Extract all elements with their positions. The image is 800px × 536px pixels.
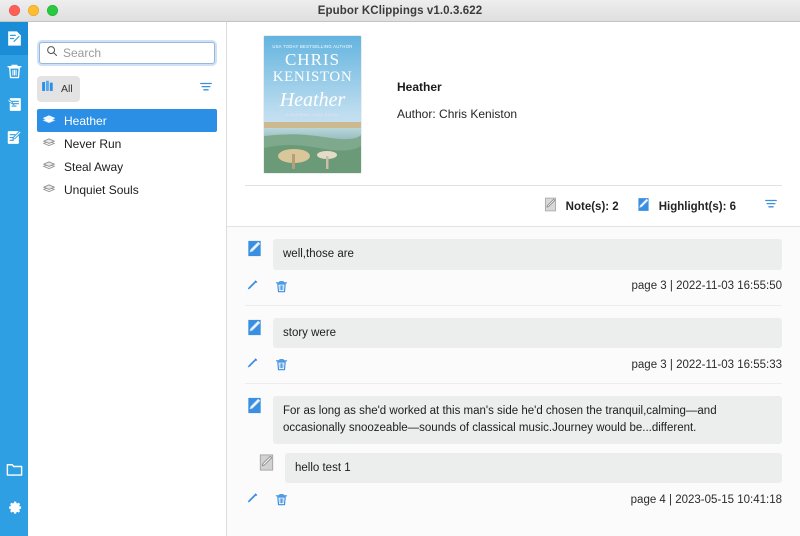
clipping-note-line: hello test 1 — [245, 453, 782, 484]
svg-text:Heather: Heather — [278, 89, 345, 111]
book-title-heading: Heather — [397, 80, 517, 94]
app-body: All Heather — [0, 22, 800, 536]
clipping-actions: page 4 | 2023-05-15 10:41:18 — [245, 483, 782, 518]
book-cover-image: USA TODAY BESTSELLING AUTHOR CHRIS KENIS… — [264, 36, 361, 173]
highlight-blue-icon — [245, 396, 264, 420]
clipping-text: story were — [273, 318, 782, 349]
rail-item-trash[interactable] — [0, 55, 28, 88]
book-cover-column: USA TODAY BESTSELLING AUTHOR CHRIS KENIS… — [227, 36, 397, 173]
highlight-blue-icon — [635, 196, 652, 218]
rail-bottom-group — [0, 450, 28, 536]
edit-clipping-button[interactable] — [245, 492, 260, 507]
clipping-highlight-line: story were — [245, 318, 782, 349]
book-stack-icon — [42, 112, 56, 129]
clipping-highlight-line: well,those are — [245, 239, 782, 270]
clippings-filter-icon[interactable] — [760, 195, 782, 218]
gear-icon — [5, 498, 24, 517]
edit-clipping-button[interactable] — [245, 279, 260, 294]
clipping-row: For as long as she'd worked at this man'… — [245, 384, 782, 518]
notes-count-label: Note(s): 2 — [566, 201, 619, 213]
folder-icon — [5, 460, 24, 479]
clipping-meta: page 3 | 2022-11-03 16:55:33 — [632, 359, 782, 371]
book-list-item[interactable]: Unquiet Souls — [37, 178, 217, 201]
library-pane: All Heather — [28, 22, 227, 536]
clipping-text: For as long as she'd worked at this man'… — [273, 396, 782, 443]
book-title: Heather — [64, 114, 107, 128]
book-stack-icon — [42, 158, 56, 175]
all-books-label: All — [61, 83, 73, 95]
rail-item-edit-doc[interactable] — [0, 121, 28, 154]
search-wrapper — [37, 40, 217, 66]
book-author-line: Author: Chris Keniston — [397, 107, 517, 121]
search-input[interactable] — [63, 46, 208, 60]
notes-stat: Note(s): 2 — [542, 196, 619, 218]
clipping-stats-bar: Note(s): 2 Highlight(s): 6 — [245, 185, 782, 226]
search-focus-ring — [37, 40, 217, 66]
book-meta: Heather Author: Chris Keniston — [397, 36, 517, 173]
title-bar: Epubor KClippings v1.0.3.622 — [0, 0, 800, 22]
search-icon — [46, 44, 58, 62]
clipping-meta: page 4 | 2023-05-15 10:41:18 — [631, 494, 782, 506]
library-filter-row: All — [37, 78, 217, 100]
highlights-count-label: Highlight(s): 6 — [659, 201, 736, 213]
search-box[interactable] — [39, 42, 215, 64]
clipping-actions: page 3 | 2022-11-03 16:55:33 — [245, 348, 782, 383]
app-window: Epubor KClippings v1.0.3.622 — [0, 0, 800, 536]
delete-clipping-button[interactable] — [274, 279, 289, 294]
book-stack-icon — [42, 135, 56, 152]
book-stack-icon — [42, 181, 56, 198]
clipping-row: story were — [245, 306, 782, 385]
delete-clipping-button[interactable] — [274, 357, 289, 372]
note-grey-icon — [542, 196, 559, 218]
book-title: Steal Away — [64, 160, 123, 174]
clipping-note-text: hello test 1 — [285, 453, 782, 484]
note-grey-icon — [257, 453, 276, 477]
clipping-row: well,those are — [245, 227, 782, 306]
all-books-filter[interactable]: All — [37, 76, 80, 102]
detail-pane: USA TODAY BESTSELLING AUTHOR CHRIS KENIS… — [227, 22, 800, 536]
svg-text:KENISTON: KENISTON — [272, 69, 352, 85]
book-title: Unquiet Souls — [64, 183, 139, 197]
left-rail — [0, 22, 28, 536]
clippings-list[interactable]: well,those are — [227, 226, 800, 536]
window-title: Epubor KClippings v1.0.3.622 — [0, 5, 800, 17]
rail-item-notes[interactable] — [0, 22, 28, 55]
edit-clipping-button[interactable] — [245, 357, 260, 372]
book-list: Heather Never Run — [37, 109, 217, 201]
svg-text:USA TODAY BESTSELLING AUTHOR: USA TODAY BESTSELLING AUTHOR — [272, 44, 352, 49]
books-icon — [41, 79, 56, 99]
book-title: Never Run — [64, 137, 121, 151]
clipping-highlight-line: For as long as she'd worked at this man'… — [245, 396, 782, 443]
clipping-text: well,those are — [273, 239, 782, 270]
document-edit-icon — [5, 128, 24, 147]
book-list-item[interactable]: Never Run — [37, 132, 217, 155]
rail-item-export[interactable] — [0, 88, 28, 121]
rail-item-settings[interactable] — [0, 488, 28, 526]
book-list-item[interactable]: Heather — [37, 109, 217, 132]
clipping-actions: page 3 | 2022-11-03 16:55:50 — [245, 270, 782, 305]
svg-text:A HARMONY LAKE NOVEL: A HARMONY LAKE NOVEL — [286, 113, 339, 117]
trash-icon — [5, 62, 24, 81]
highlight-blue-icon — [245, 318, 264, 342]
clipping-meta: page 3 | 2022-11-03 16:55:50 — [632, 280, 782, 292]
book-list-item[interactable]: Steal Away — [37, 155, 217, 178]
svg-text:CHRIS: CHRIS — [284, 50, 339, 69]
highlight-blue-icon — [245, 239, 264, 263]
rail-item-open-folder[interactable] — [0, 450, 28, 488]
book-header: USA TODAY BESTSELLING AUTHOR CHRIS KENIS… — [227, 22, 800, 173]
note-edit-icon — [5, 29, 24, 48]
library-sort-icon[interactable] — [195, 78, 217, 101]
document-pen-icon — [5, 95, 24, 114]
delete-clipping-button[interactable] — [274, 492, 289, 507]
highlights-stat: Highlight(s): 6 — [635, 196, 736, 218]
